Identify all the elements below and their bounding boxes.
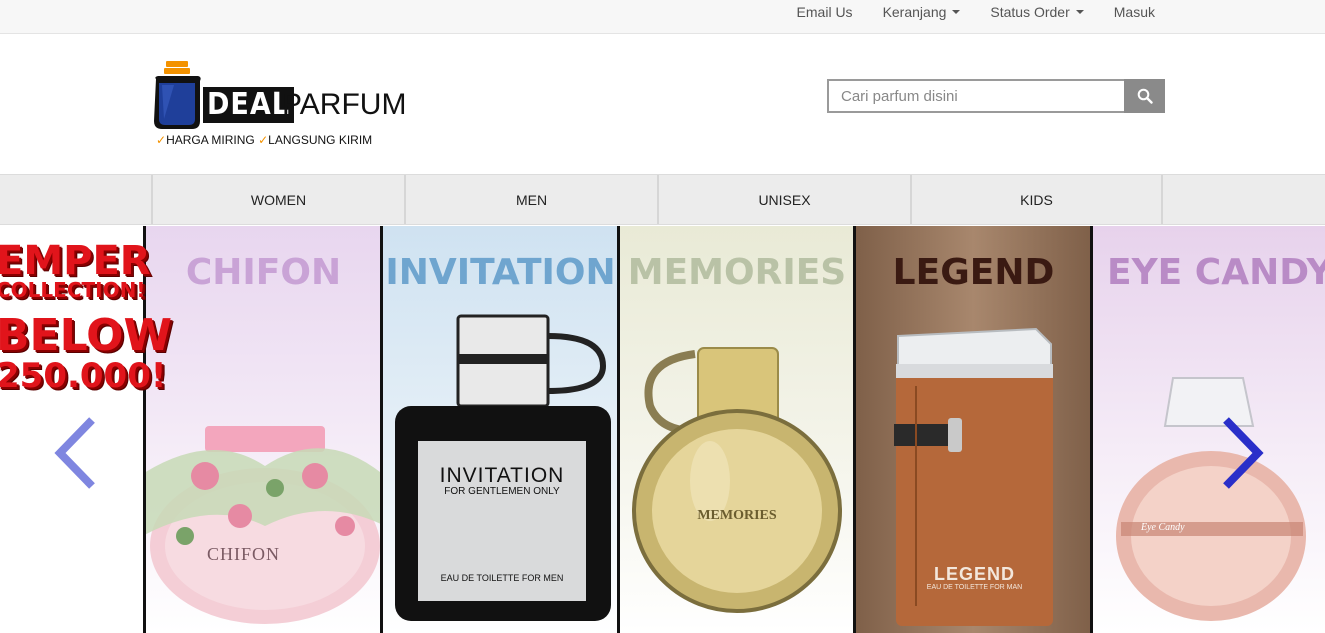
carousel-slide-invitation[interactable]: INVITATION INVITATION FOR GENTLEMEN ONLY… <box>383 226 618 633</box>
carousel-slide-chifon[interactable]: CHIFON CHIFON <box>145 226 382 633</box>
carousel-slide-eye-candy[interactable]: EYE CANDY Eye Candy <box>1093 226 1325 633</box>
category-nav: WOMEN MEN UNISEX KIDS <box>0 174 1325 225</box>
bottle-label: INVITATION <box>439 464 565 487</box>
site-logo[interactable]: DEAL PARFUM ✓HARGA MIRING ✓LANGSUNG KIRI… <box>150 59 406 154</box>
bottle-footer: EAU DE TOILETTE FOR MEN <box>440 573 564 583</box>
login-link[interactable]: Masuk <box>1114 4 1155 20</box>
chevron-left-icon <box>54 417 95 489</box>
checkmark-icon: ✓ <box>258 133 269 147</box>
search-button[interactable] <box>1124 79 1165 113</box>
bottle-sublabel: FOR GENTLEMEN ONLY <box>444 486 560 497</box>
nav-kids[interactable]: KIDS <box>910 175 1163 224</box>
perfume-bottle-icon <box>154 61 201 129</box>
invitation-bottle-image <box>395 314 611 621</box>
bottle-label: CHIFON <box>207 544 281 564</box>
top-bar: Email Us Keranjang Status Order Masuk <box>0 0 1325 34</box>
order-status-dropdown[interactable]: Status Order <box>990 4 1084 20</box>
caret-down-icon <box>1075 10 1084 14</box>
email-us-link[interactable]: Email Us <box>797 4 853 20</box>
bottle-label: MEMORIES <box>697 508 777 523</box>
nav-unisex[interactable]: UNISEX <box>657 175 910 224</box>
logo-parfum-text: PARFUM <box>282 88 407 121</box>
promo-line-4: 250.000! <box>0 356 167 396</box>
site-header: DEAL PARFUM ✓HARGA MIRING ✓LANGSUNG KIRI… <box>0 35 1325 174</box>
promo-line-3: BELOW <box>0 310 172 361</box>
cart-dropdown[interactable]: Keranjang <box>883 4 961 20</box>
bottle-label: Eye Candy <box>1141 522 1185 533</box>
caret-down-icon <box>952 10 961 14</box>
bottle-label: LEGEND <box>933 564 1015 584</box>
hero-carousel: CHIFON CHIFON INVITATION INVITATION FOR … <box>0 226 1325 633</box>
promo-line-2: COLLECTION! <box>0 278 146 302</box>
checkmark-icon: ✓ <box>156 133 167 147</box>
top-links: Email Us Keranjang Status Order Masuk <box>767 0 1155 24</box>
carousel-slide-legend[interactable]: LEGEND LEGEND EAU DE TOILETTE FOR MAN <box>856 226 1091 633</box>
eye-candy-bottle-image <box>1116 377 1306 621</box>
memories-bottle-image <box>632 347 842 613</box>
carousel-next-button[interactable] <box>1220 416 1266 490</box>
carousel-slide-memories[interactable]: MEMORIES MEMORIES <box>620 226 854 633</box>
bottle-sublabel: EAU DE TOILETTE FOR MAN <box>926 584 1023 591</box>
logo-tagline: ✓HARGA MIRING ✓LANGSUNG KIRIM <box>156 133 373 147</box>
logo-deal-text: DEAL <box>203 87 294 123</box>
promo-overlay: EMPER COLLECTION! BELOW 250.000! <box>0 226 172 426</box>
chevron-right-icon <box>1223 417 1264 489</box>
search-bar <box>827 79 1165 113</box>
nav-men[interactable]: MEN <box>404 175 657 224</box>
carousel-prev-button[interactable] <box>52 416 98 490</box>
search-input[interactable] <box>827 79 1124 113</box>
nav-women[interactable]: WOMEN <box>151 175 404 224</box>
chifon-bottle-image <box>145 426 382 624</box>
search-icon <box>1137 88 1153 104</box>
